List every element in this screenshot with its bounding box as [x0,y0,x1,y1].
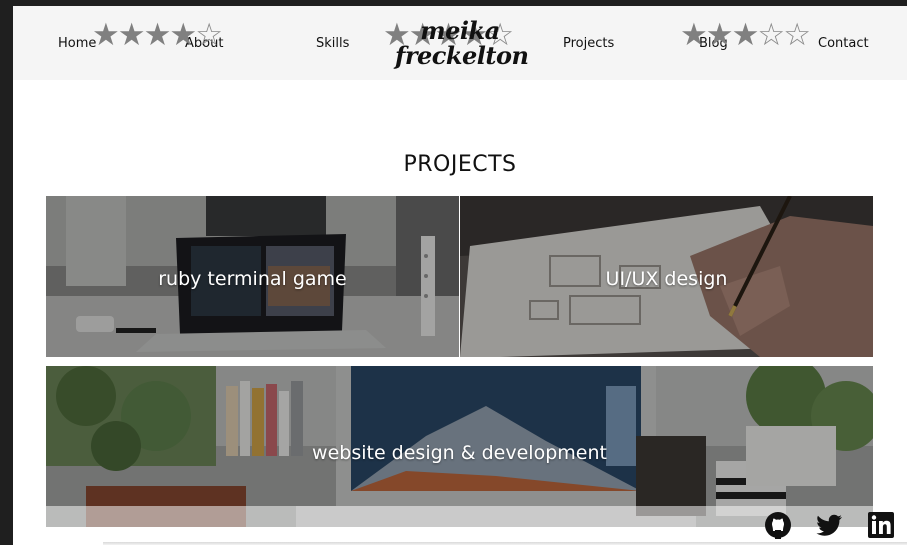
project-card-uiux[interactable]: UI/UX design [460,196,873,357]
nav-skills-link[interactable]: Skills [316,36,349,51]
nav-contact-link[interactable]: Contact [818,36,869,51]
nav-projects-link[interactable]: Projects [563,36,614,51]
star-empty-icon: ☆ [195,17,223,53]
star-empty-icon: ☆ [783,17,811,53]
navbar: Home About Skills Projects Blog Contact … [13,6,907,80]
star-filled-icon: ★ [731,17,760,53]
projects-heading: PROJECTS [403,152,517,177]
brand-logo[interactable]: meika freckelton [395,16,529,70]
project-card-website[interactable]: website design & development [46,366,873,527]
star-empty-icon: ☆ [757,17,785,53]
twitter-icon[interactable] [816,511,844,539]
project-card-label: website design & development [312,442,607,464]
project-card-label: ruby terminal game [158,268,347,290]
footer-bar [46,506,873,527]
star-filled-icon: ★ [143,17,172,53]
project-card-label: UI/UX design [605,268,728,290]
nav-home-link[interactable]: Home [58,36,96,51]
star-rating: ★★★☆☆ [680,17,811,53]
github-icon[interactable] [764,511,792,539]
star-filled-icon: ★ [705,17,734,53]
star-rating: ★★★★☆ [92,17,223,53]
page-frame: Home About Skills Projects Blog Contact … [13,6,907,545]
star-filled-icon: ★ [169,17,197,53]
star-filled-icon: ★ [117,17,146,53]
star-filled-icon: ★ [92,17,120,53]
star-filled-icon: ★ [680,17,708,53]
logo-line-2: freckelton [395,41,529,70]
logo-line-1: meika [420,16,500,45]
project-card-ruby[interactable]: ruby terminal game [46,196,459,357]
linkedin-icon[interactable] [867,511,895,539]
